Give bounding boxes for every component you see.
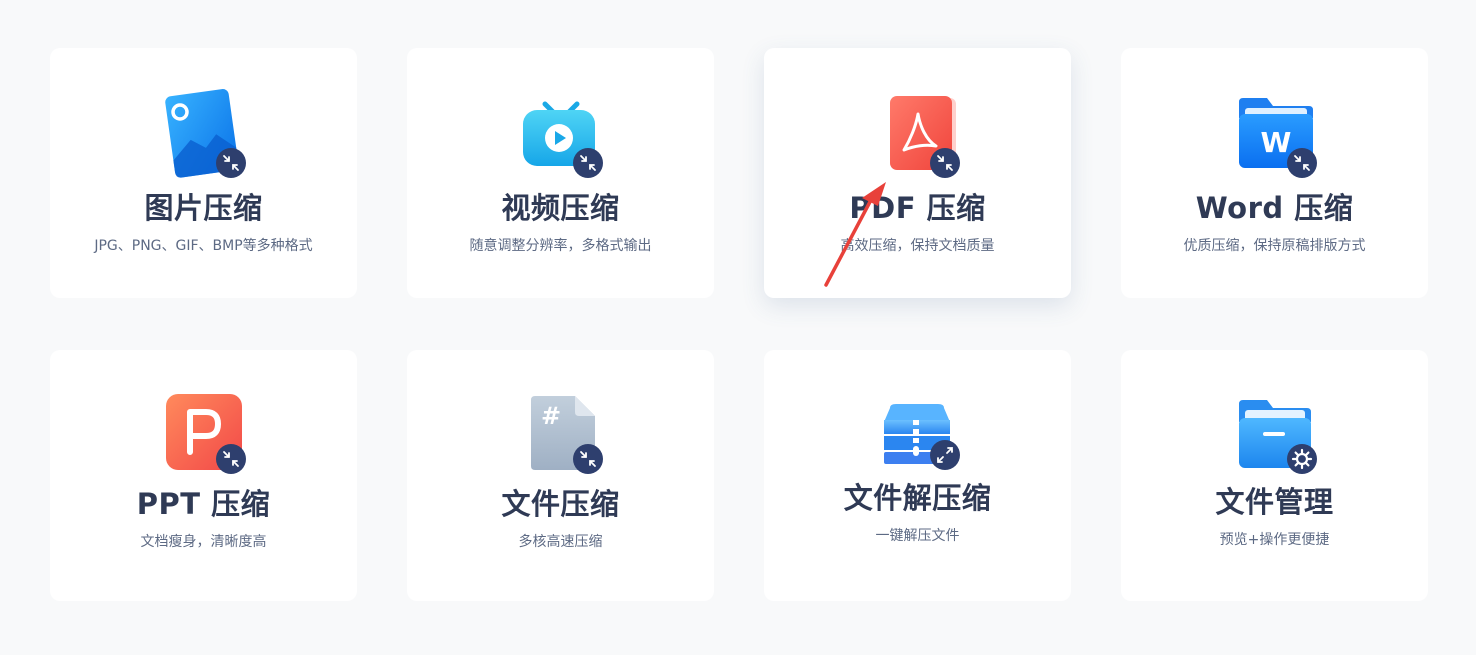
video-compress-icon <box>513 86 609 182</box>
tool-title: PDF 压缩 <box>849 191 986 225</box>
tool-card-file-decompress[interactable]: 文件解压缩 一键解压文件 <box>764 350 1071 601</box>
tool-card-pdf-compress[interactable]: PDF 压缩 高效压缩，保持文档质量 <box>764 48 1071 298</box>
decompress-badge-icon <box>929 440 960 470</box>
tool-title: PPT 压缩 <box>136 487 271 521</box>
file-decompress-icon <box>870 402 966 498</box>
tool-card-word-compress[interactable]: W Word 压缩 优质压缩，保持原稿排版方式 <box>1121 48 1428 298</box>
pdf-compress-icon <box>870 86 966 182</box>
compress-badge-icon <box>572 148 603 178</box>
compress-badge-icon <box>1286 148 1317 178</box>
tool-subtitle: JPG、PNG、GIF、BMP等多种格式 <box>94 238 313 254</box>
compress-badge-icon <box>929 148 960 178</box>
image-compress-icon <box>156 86 252 182</box>
tool-subtitle: 多核高速压缩 <box>518 534 603 550</box>
tool-subtitle: 预览+操作更便捷 <box>1219 532 1330 548</box>
compress-badge-icon <box>215 148 246 178</box>
tool-subtitle: 随意调整分辨率，多格式输出 <box>469 238 652 254</box>
tool-card-image-compress[interactable]: 图片压缩 JPG、PNG、GIF、BMP等多种格式 <box>50 48 357 298</box>
tool-card-ppt-compress[interactable]: PPT 压缩 文档瘦身，清晰度高 <box>50 350 357 601</box>
tool-card-video-compress[interactable]: 视频压缩 随意调整分辨率，多格式输出 <box>407 48 714 298</box>
compress-badge-icon <box>215 444 246 474</box>
tool-title: 视频压缩 <box>501 191 620 225</box>
file-manage-icon <box>1227 398 1323 494</box>
tool-title: 文件压缩 <box>501 487 620 521</box>
tool-subtitle: 高效压缩，保持文档质量 <box>840 238 995 254</box>
tool-grid: 图片压缩 JPG、PNG、GIF、BMP等多种格式 视频压缩 随意调整分辨率，多… <box>50 48 1428 601</box>
tool-card-file-compress[interactable]: # 文件压缩 多核高速压缩 <box>407 350 714 601</box>
ppt-compress-icon <box>156 394 252 490</box>
tool-title: Word 压缩 <box>1195 191 1354 225</box>
tool-subtitle: 一键解压文件 <box>875 528 960 544</box>
word-compress-icon: W <box>1227 86 1323 182</box>
tool-subtitle: 文档瘦身，清晰度高 <box>140 534 267 550</box>
tool-title: 图片压缩 <box>144 191 263 225</box>
gear-badge-icon <box>1286 444 1317 474</box>
svg-text:#: # <box>540 402 560 430</box>
tool-card-file-manage[interactable]: 文件管理 预览+操作更便捷 <box>1121 350 1428 601</box>
tool-subtitle: 优质压缩，保持原稿排版方式 <box>1183 238 1366 254</box>
file-compress-icon: # <box>513 394 609 490</box>
compress-badge-icon <box>572 444 603 474</box>
